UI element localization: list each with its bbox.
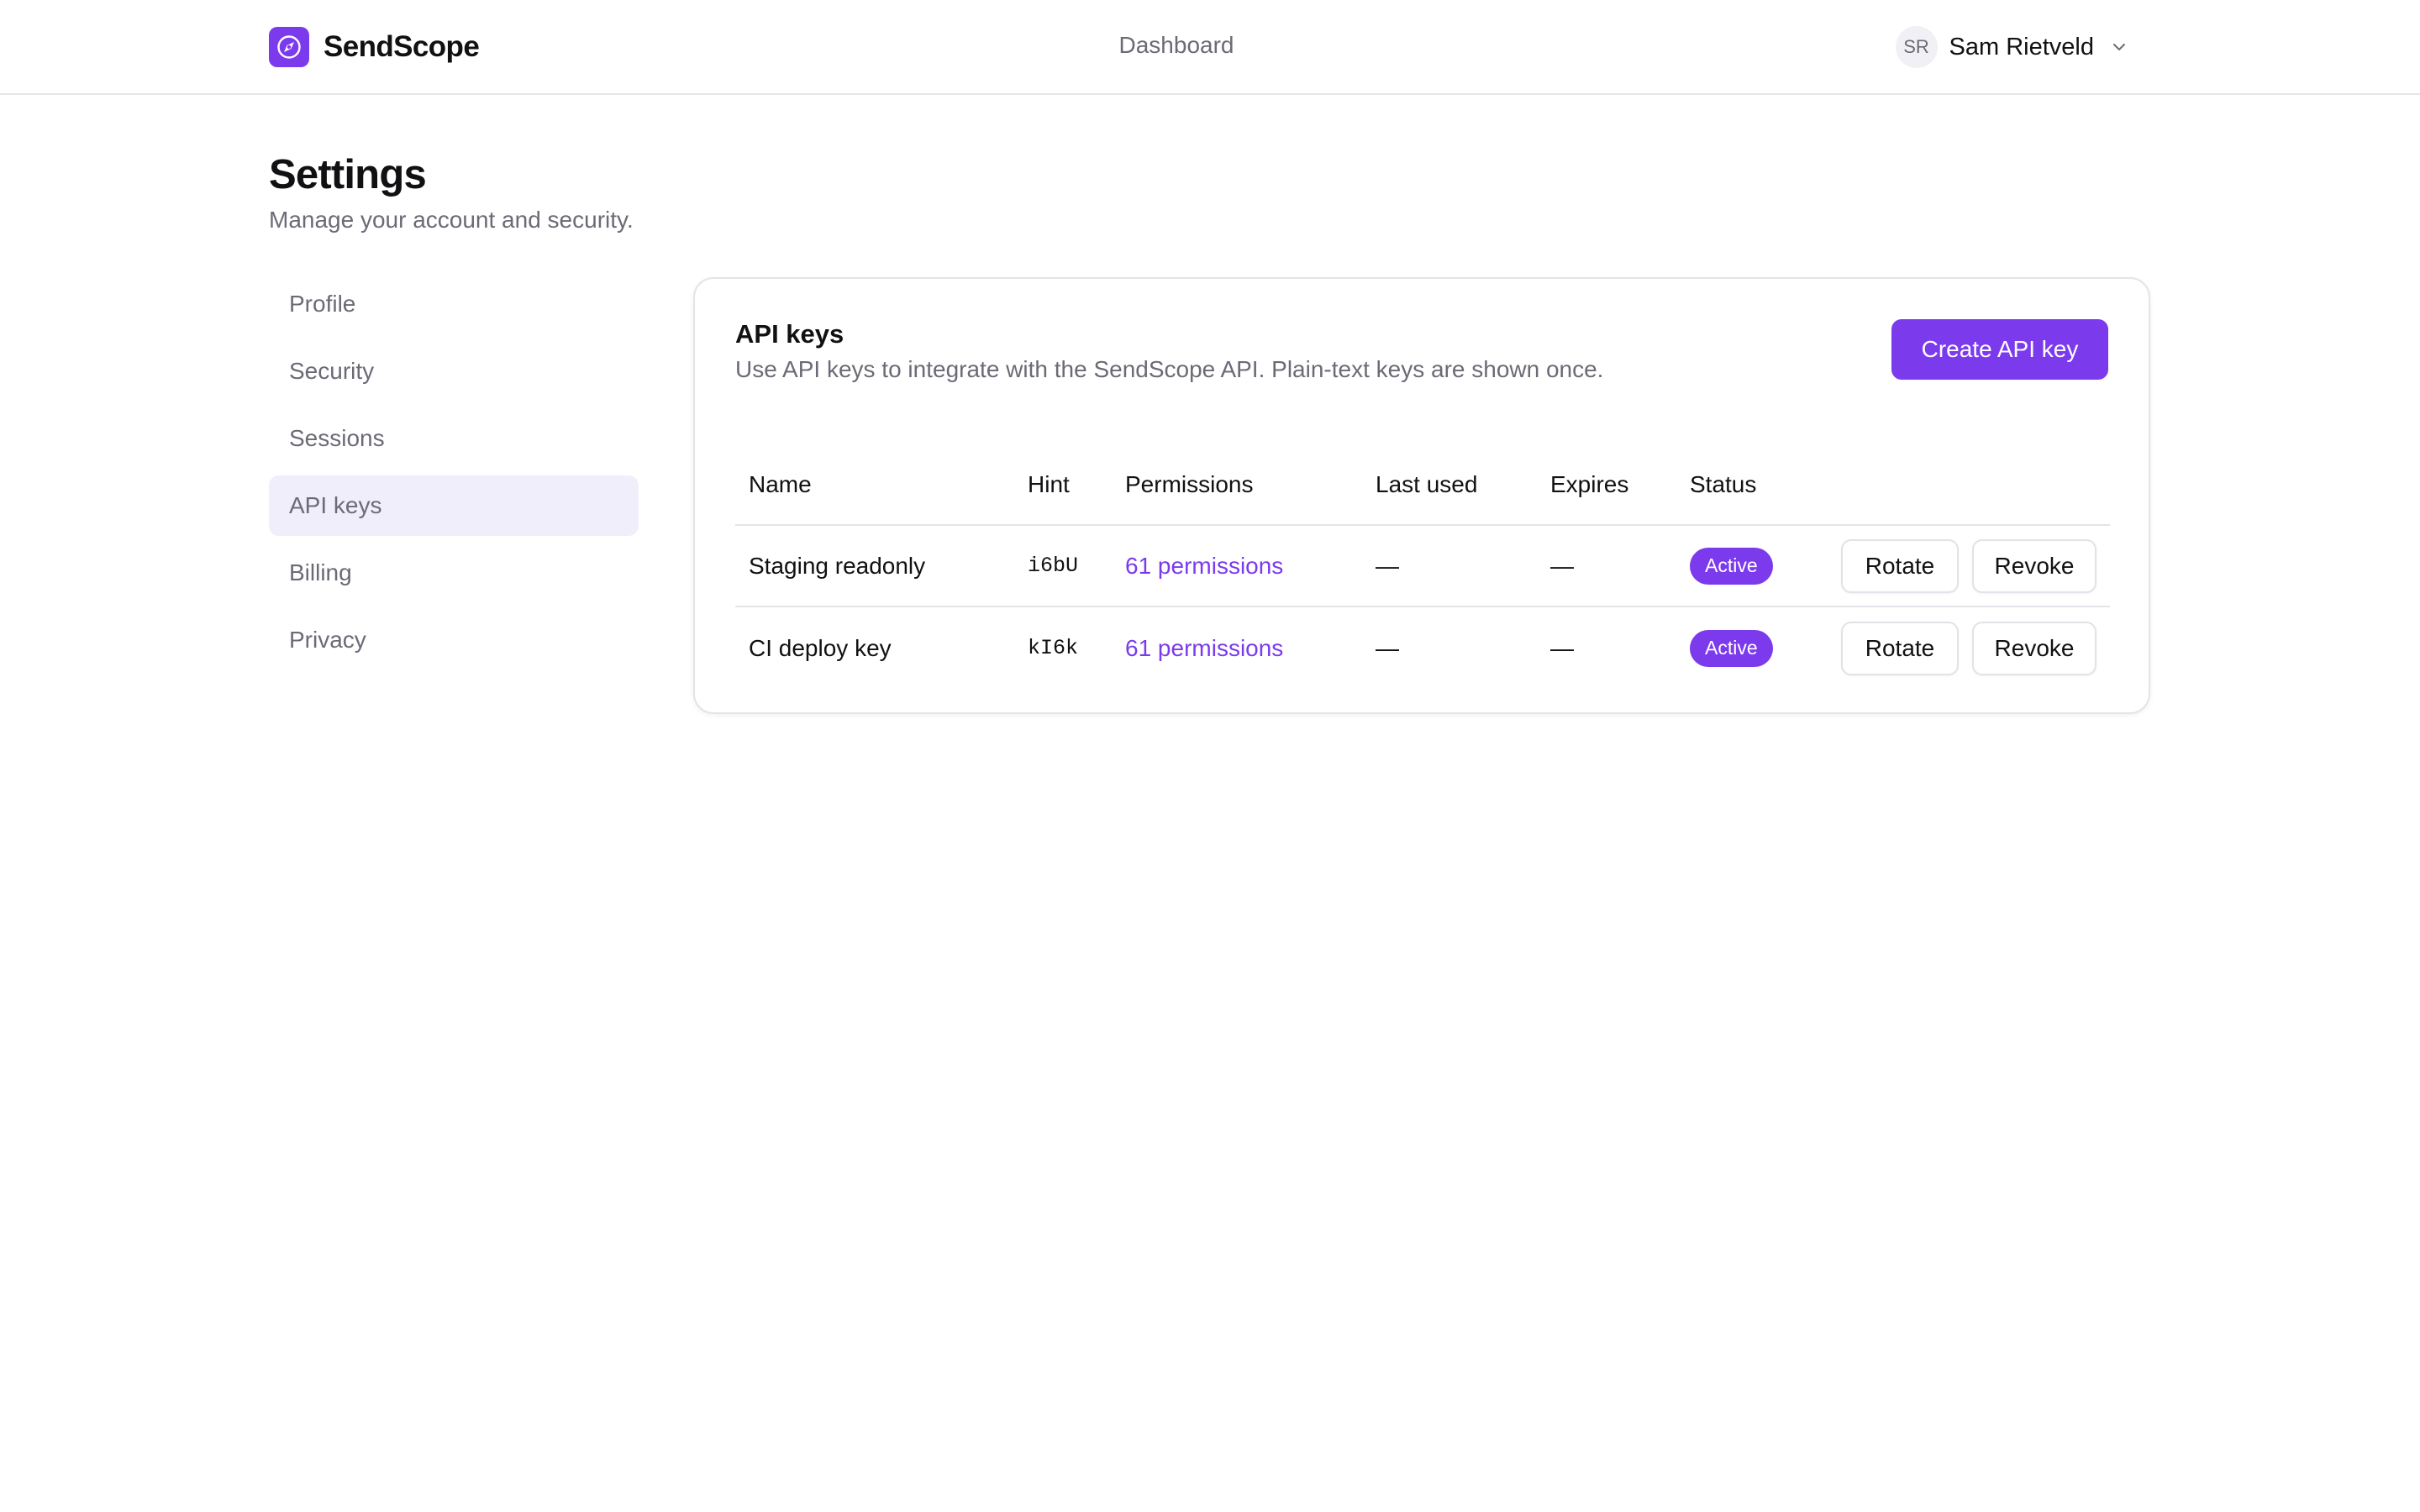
status-cell: Active xyxy=(1690,547,1773,585)
permissions-link[interactable]: 61 permissions xyxy=(1125,635,1283,662)
column-header-expires: Expires xyxy=(1550,471,1629,497)
page-title: Settings xyxy=(269,152,427,197)
revoke-button[interactable]: Revoke xyxy=(1972,621,2096,675)
sidebar-item-privacy[interactable]: Privacy xyxy=(269,610,639,670)
table-row: Staging readonly i6bU 61 permissions — —… xyxy=(735,526,2110,607)
permissions-link[interactable]: 61 permissions xyxy=(1125,553,1283,580)
expires-value: — xyxy=(1550,634,1574,661)
card-title: API keys xyxy=(735,319,844,349)
status-badge: Active xyxy=(1690,547,1773,585)
table-header-row: Name Hint Permissions Last used Expires … xyxy=(735,445,2110,526)
card-description: Use API keys to integrate with the SendS… xyxy=(735,356,1604,382)
create-api-key-button[interactable]: Create API key xyxy=(1891,319,2108,380)
top-bar: SendScope Dashboard SR Sam Rietveld xyxy=(0,0,2420,95)
revoke-button[interactable]: Revoke xyxy=(1972,538,2096,593)
sidebar-item-api-keys[interactable]: API keys xyxy=(269,475,639,536)
api-keys-card: API keys Use API keys to integrate with … xyxy=(693,277,2150,714)
last-used-value: — xyxy=(1376,552,1399,579)
sidebar-item-billing[interactable]: Billing xyxy=(269,543,639,603)
column-header-permissions: Permissions xyxy=(1125,471,1254,497)
sidebar-item-security[interactable]: Security xyxy=(269,341,639,402)
column-header-name: Name xyxy=(749,471,812,497)
column-header-last-used: Last used xyxy=(1376,471,1478,497)
api-keys-table: Name Hint Permissions Last used Expires … xyxy=(735,445,2110,689)
rotate-button[interactable]: Rotate xyxy=(1841,621,1959,675)
settings-sidebar: Profile Security Sessions API keys Billi… xyxy=(269,274,639,677)
column-header-status: Status xyxy=(1690,471,1757,497)
last-used-value: — xyxy=(1376,634,1399,661)
key-name: CI deploy key xyxy=(749,634,892,661)
key-hint: kI6k xyxy=(1028,636,1079,660)
sidebar-item-profile[interactable]: Profile xyxy=(269,274,639,334)
rotate-button[interactable]: Rotate xyxy=(1841,538,1959,593)
sidebar-item-sessions[interactable]: Sessions xyxy=(269,408,639,469)
user-menu[interactable]: SR Sam Rietveld xyxy=(1895,26,2129,68)
avatar: SR xyxy=(1895,26,1938,68)
page-subtitle: Manage your account and security. xyxy=(269,207,634,233)
expires-value: — xyxy=(1550,552,1574,579)
nav-link-dashboard[interactable]: Dashboard xyxy=(1119,32,1234,58)
key-name: Staging readonly xyxy=(749,552,926,579)
key-hint: i6bU xyxy=(1028,554,1079,578)
status-cell: Active xyxy=(1690,629,1773,667)
chevron-down-icon xyxy=(2109,37,2129,57)
column-header-hint: Hint xyxy=(1028,471,1070,497)
user-name: Sam Rietveld xyxy=(1949,33,2094,60)
table-row: CI deploy key kI6k 61 permissions — — Ac… xyxy=(735,607,2110,689)
status-badge: Active xyxy=(1690,629,1773,667)
